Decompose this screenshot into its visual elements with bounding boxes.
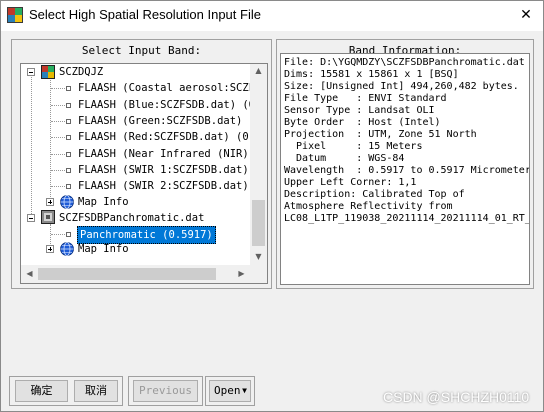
window-title: Select High Spatial Resolution Input Fil… <box>29 7 261 22</box>
tree-vertical-scrollbar[interactable]: ▲ ▼ <box>250 64 267 265</box>
scroll-left-icon[interactable]: ◀ <box>21 269 38 278</box>
open-button-label: Open <box>214 384 241 397</box>
tree-connector <box>51 88 65 89</box>
info-line: Sensor Type : Landsat OLI <box>284 105 435 116</box>
band-bullet <box>66 152 71 157</box>
envi-app-icon <box>7 7 23 23</box>
chevron-down-icon: ▼ <box>242 386 247 395</box>
file-name-panchromatic[interactable]: SCZFSDBPanchromatic.dat <box>59 210 204 226</box>
tree-connector <box>51 137 65 138</box>
map-info-item[interactable]: Map Info <box>78 241 129 257</box>
info-line: Upper Left Corner: 1,1 <box>284 177 417 188</box>
title-bar: Select High Spatial Resolution Input Fil… <box>1 1 543 31</box>
tree-connector <box>50 78 51 199</box>
globe-icon <box>60 242 74 256</box>
band-information-text: File: D:\YGQMDZY\SCZFSDBPanchromatic.dat… <box>280 53 530 285</box>
scroll-up-icon[interactable]: ▲ <box>250 66 267 75</box>
open-dropdown-button[interactable]: Open ▼ <box>209 380 251 402</box>
info-line: LC08_L1TP_119038_20211114_20211114_01_RT… <box>284 213 530 224</box>
map-info-item[interactable]: Map Info <box>78 194 129 210</box>
select-input-band-label: Select Input Band: <box>81 44 202 57</box>
band-item[interactable]: FLAASH (Green:SCZFSDB.dat) ( <box>78 113 250 129</box>
band-item[interactable]: FLAASH (Coastal aerosol:SCZF <box>78 80 250 96</box>
close-icon: ✕ <box>520 7 532 23</box>
info-line: Projection : UTM, Zone 51 North <box>284 129 477 140</box>
band-bullet <box>66 232 71 237</box>
info-line: Wavelength : 0.5917 to 0.5917 Micrometer… <box>284 165 530 176</box>
raster-file-icon <box>41 65 55 79</box>
expand-map-info-toggle[interactable] <box>46 198 54 206</box>
tree-connector <box>51 105 65 106</box>
band-tree[interactable]: SCZDQJZ FLAASH (Coastal aerosol:SCZF FLA… <box>20 63 268 284</box>
tree-connector <box>51 186 65 187</box>
band-bullet <box>66 135 71 140</box>
info-line: File: D:\YGQMDZY\SCZFSDBPanchromatic.dat <box>284 57 525 68</box>
dialog-window: Select High Spatial Resolution Input Fil… <box>0 0 544 412</box>
close-button[interactable]: ✕ <box>511 3 541 27</box>
scrollbar-corner <box>250 265 267 283</box>
watermark: CSDN @SHCHZH0110 <box>383 389 530 405</box>
previous-button[interactable]: Previous <box>133 380 198 402</box>
tree-horizontal-scrollbar[interactable]: ◀ ▶ <box>21 265 250 283</box>
vertical-scroll-thumb[interactable] <box>252 200 265 246</box>
band-item[interactable]: FLAASH (SWIR 1:SCZFSDB.dat) <box>78 162 249 178</box>
scroll-down-icon[interactable]: ▼ <box>250 252 267 261</box>
band-bullet <box>66 86 71 91</box>
tree-connector <box>51 154 65 155</box>
band-bullet <box>66 119 71 124</box>
info-line: Description: Calibrated Top of <box>284 189 465 200</box>
ok-button[interactable]: 确定 <box>15 380 68 402</box>
expand-map-info-toggle[interactable] <box>46 245 54 253</box>
globe-icon <box>60 195 74 209</box>
cancel-button[interactable]: 取消 <box>74 380 118 402</box>
collapse-file1-toggle[interactable] <box>27 68 35 76</box>
band-bullet <box>66 184 71 189</box>
info-line: Datum : WGS-84 <box>284 153 405 164</box>
info-line: Atmosphere Reflectivity from <box>284 201 453 212</box>
tree-connector <box>31 72 32 216</box>
band-item[interactable]: FLAASH (SWIR 2:SCZFSDB.dat) <box>78 178 249 194</box>
info-line: Size: [Unsigned Int] 494,260,482 bytes. <box>284 81 519 92</box>
scroll-right-icon[interactable]: ▶ <box>233 269 250 278</box>
band-item[interactable]: FLAASH (Near Infrared (NIR): <box>78 146 250 162</box>
raster-file-icon <box>41 210 55 224</box>
info-line: Byte Order : Host (Intel) <box>284 117 441 128</box>
info-line: File Type : ENVI Standard <box>284 93 447 104</box>
band-item[interactable]: FLAASH (Blue:SCZFSDB.dat) (0 <box>78 97 250 113</box>
horizontal-scroll-thumb[interactable] <box>38 268 216 280</box>
tree-connector <box>51 170 65 171</box>
collapse-file2-toggle[interactable] <box>27 214 35 222</box>
tree-connector <box>51 121 65 122</box>
band-item[interactable]: FLAASH (Red:SCZFSDB.dat) (0. <box>78 129 250 145</box>
info-line: Pixel : 15 Meters <box>284 141 423 152</box>
band-bullet <box>66 168 71 173</box>
band-tree-content: SCZDQJZ FLAASH (Coastal aerosol:SCZF FLA… <box>21 64 250 265</box>
info-line: Dims: 15581 x 15861 x 1 [BSQ] <box>284 69 459 80</box>
band-bullet <box>66 103 71 108</box>
tree-connector <box>51 234 65 235</box>
file-name-sczdqjz[interactable]: SCZDQJZ <box>59 64 103 80</box>
